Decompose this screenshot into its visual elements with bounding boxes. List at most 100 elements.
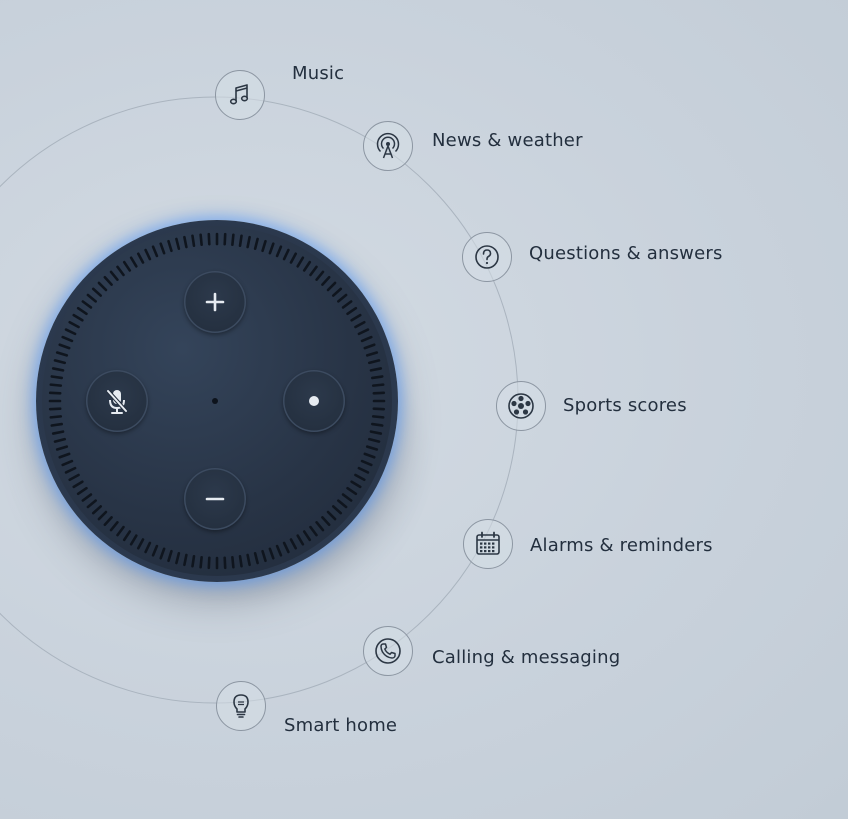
grille-hole <box>231 233 235 247</box>
grille-hole <box>302 530 312 542</box>
feature-label-music: Music <box>292 63 345 84</box>
grille-hole <box>350 480 362 489</box>
plus-icon <box>205 292 225 312</box>
grille-hole <box>302 260 312 272</box>
grille-hole <box>363 343 376 350</box>
grille-hole <box>360 335 373 343</box>
grille-hole <box>86 499 97 509</box>
grille-hole <box>231 555 235 569</box>
grille-hole <box>51 430 65 435</box>
action-button[interactable] <box>283 370 345 432</box>
grille-hole <box>76 486 88 496</box>
grille-hole <box>68 320 80 329</box>
grille-hole <box>371 375 384 380</box>
grille-hole <box>253 237 259 251</box>
grille-hole <box>159 547 166 560</box>
grille-hole <box>261 549 267 563</box>
grille-hole <box>144 248 152 261</box>
grille-hole <box>81 493 93 502</box>
grille-hole <box>309 525 318 537</box>
grille-hole <box>61 459 74 467</box>
grille-hole <box>122 530 132 542</box>
grille-hole <box>49 383 63 387</box>
grille-hole <box>191 234 196 247</box>
grille-hole <box>55 351 69 357</box>
grille-hole <box>296 534 305 546</box>
question-icon <box>462 232 512 282</box>
feature-label-alarms-reminders: Alarms & reminders <box>530 535 713 556</box>
grille-hole <box>199 233 203 247</box>
grille-hole <box>167 239 173 253</box>
feature-label-questions-answers: Questions & answers <box>529 243 723 264</box>
grille-hole <box>289 252 298 264</box>
grille-hole <box>64 328 77 336</box>
grille-hole <box>309 265 318 277</box>
grille-hole <box>103 275 113 286</box>
grille-hole <box>136 538 145 550</box>
feature-label-news-weather: News & weather <box>432 130 583 151</box>
grille-hole <box>50 375 63 380</box>
grille-hole <box>275 245 283 258</box>
grille-hole <box>369 430 383 435</box>
grille-hole <box>354 473 366 482</box>
grille-hole <box>326 510 337 521</box>
grille-hole <box>268 547 275 560</box>
grille-hole <box>183 235 188 249</box>
grille-hole <box>136 252 145 264</box>
grille-hole <box>315 521 325 532</box>
grille-hole <box>86 293 97 303</box>
grille-hole <box>337 293 348 303</box>
grille-hole <box>371 422 384 427</box>
grille-hole <box>167 549 173 563</box>
volume-down-button[interactable] <box>184 468 246 530</box>
grille-hole <box>238 555 243 568</box>
feature-label-sports-scores: Sports scores <box>563 395 687 416</box>
grille-hole <box>97 510 108 521</box>
grille-hole <box>199 555 203 569</box>
grille-hole <box>129 534 138 546</box>
minus-icon <box>205 497 225 501</box>
microphone-off-button[interactable] <box>86 370 148 432</box>
grille-hole <box>109 270 119 281</box>
grille-hole <box>129 256 138 268</box>
grille-hole <box>275 544 283 557</box>
grille-hole <box>103 516 113 527</box>
calendar-icon <box>463 519 513 569</box>
grille-hole <box>337 499 348 509</box>
phone-icon <box>363 626 413 676</box>
grille-hole <box>97 281 108 292</box>
grille-hole <box>109 521 119 532</box>
grille-hole <box>116 525 125 537</box>
feature-label-calling-messaging: Calling & messaging <box>432 647 621 668</box>
feature-label-smart-home: Smart home <box>284 715 398 736</box>
grille-hole <box>365 351 379 357</box>
grille-hole <box>369 367 383 372</box>
grille-hole <box>55 445 69 451</box>
grille-hole <box>346 306 358 316</box>
grille-hole <box>53 437 67 443</box>
grille-hole <box>332 505 343 515</box>
soccer-ball-icon <box>496 381 546 431</box>
grille-hole <box>246 235 251 249</box>
grille-hole <box>357 466 370 474</box>
broadcast-tower-icon <box>363 121 413 171</box>
grille-hole <box>49 415 63 419</box>
grille-hole <box>50 422 63 427</box>
grille-hole <box>332 287 343 297</box>
grille-hole <box>363 452 376 459</box>
music-note-icon <box>215 70 265 120</box>
grille-hole <box>183 553 188 567</box>
grille-hole <box>122 260 132 272</box>
microphone-off-icon <box>106 389 128 414</box>
grille-hole <box>238 234 243 247</box>
grille-hole <box>53 359 67 365</box>
grille-hole <box>367 437 381 443</box>
grille-hole <box>341 300 353 309</box>
grille-hole <box>350 313 362 322</box>
grille-hole <box>68 473 80 482</box>
grille-hole <box>116 265 125 277</box>
grille-hole <box>282 248 290 261</box>
grille-hole <box>175 237 181 251</box>
volume-up-button[interactable] <box>184 271 246 333</box>
grille-hole <box>357 328 370 336</box>
